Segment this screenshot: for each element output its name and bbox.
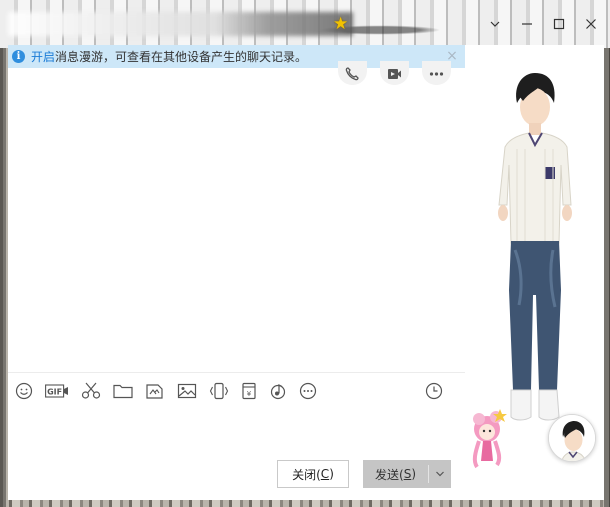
shake-icon[interactable] [209, 381, 229, 401]
image-icon[interactable] [177, 381, 197, 401]
enable-roaming-link[interactable]: 开启 [31, 48, 55, 65]
dropdown-icon[interactable] [484, 14, 506, 34]
music-icon[interactable] [269, 381, 287, 401]
send-button[interactable]: 发送(S) [363, 460, 451, 488]
avatar-show-panel [465, 45, 604, 500]
star-decoration-icon: ★ [333, 14, 349, 34]
chevron-down-icon [436, 471, 444, 477]
contact-name-blurred [8, 12, 353, 36]
red-packet-icon[interactable]: ¥ [241, 381, 257, 401]
chat-panel: i 开启 消息漫游，可查看在其他设备产生的聊天记录。 × GIF ¥ 关闭(C… [8, 45, 465, 500]
close-label-suffix: ) [329, 467, 334, 481]
more-options-icon[interactable] [299, 381, 317, 401]
title-bar: ★ [0, 0, 610, 48]
scissors-icon[interactable] [81, 381, 101, 401]
close-shortcut-key: C [320, 467, 330, 481]
contact-avatar-image [549, 415, 595, 461]
maximize-button[interactable] [548, 14, 570, 34]
close-chat-button[interactable]: 关闭(C) [277, 460, 349, 488]
send-label: 发送( [375, 467, 404, 482]
message-input[interactable] [8, 408, 465, 456]
send-label-suffix: ) [411, 467, 416, 481]
close-label: 关闭( [292, 467, 321, 482]
close-window-button[interactable] [580, 14, 602, 34]
clock-icon[interactable] [425, 381, 443, 401]
minimize-button[interactable] [516, 14, 538, 34]
emoji-icon[interactable] [15, 381, 33, 401]
send-shortcut-key: S [403, 467, 412, 481]
notice-message: 消息漫游，可查看在其他设备产生的聊天记录。 [55, 50, 308, 64]
svg-text:¥: ¥ [247, 390, 252, 398]
folder-icon[interactable] [113, 381, 133, 401]
screenshot-doc-icon[interactable] [145, 381, 165, 401]
window-controls [484, 14, 602, 34]
message-history-area[interactable] [8, 69, 465, 372]
svg-text:GIF: GIF [47, 387, 62, 396]
input-toolbar: GIF ¥ [8, 372, 465, 408]
gif-icon[interactable]: GIF [45, 381, 69, 401]
avatar[interactable] [548, 414, 596, 462]
info-icon: i [12, 50, 25, 63]
send-label-wrap[interactable]: 发送(S) [363, 460, 428, 488]
send-options-dropdown[interactable] [429, 460, 451, 488]
